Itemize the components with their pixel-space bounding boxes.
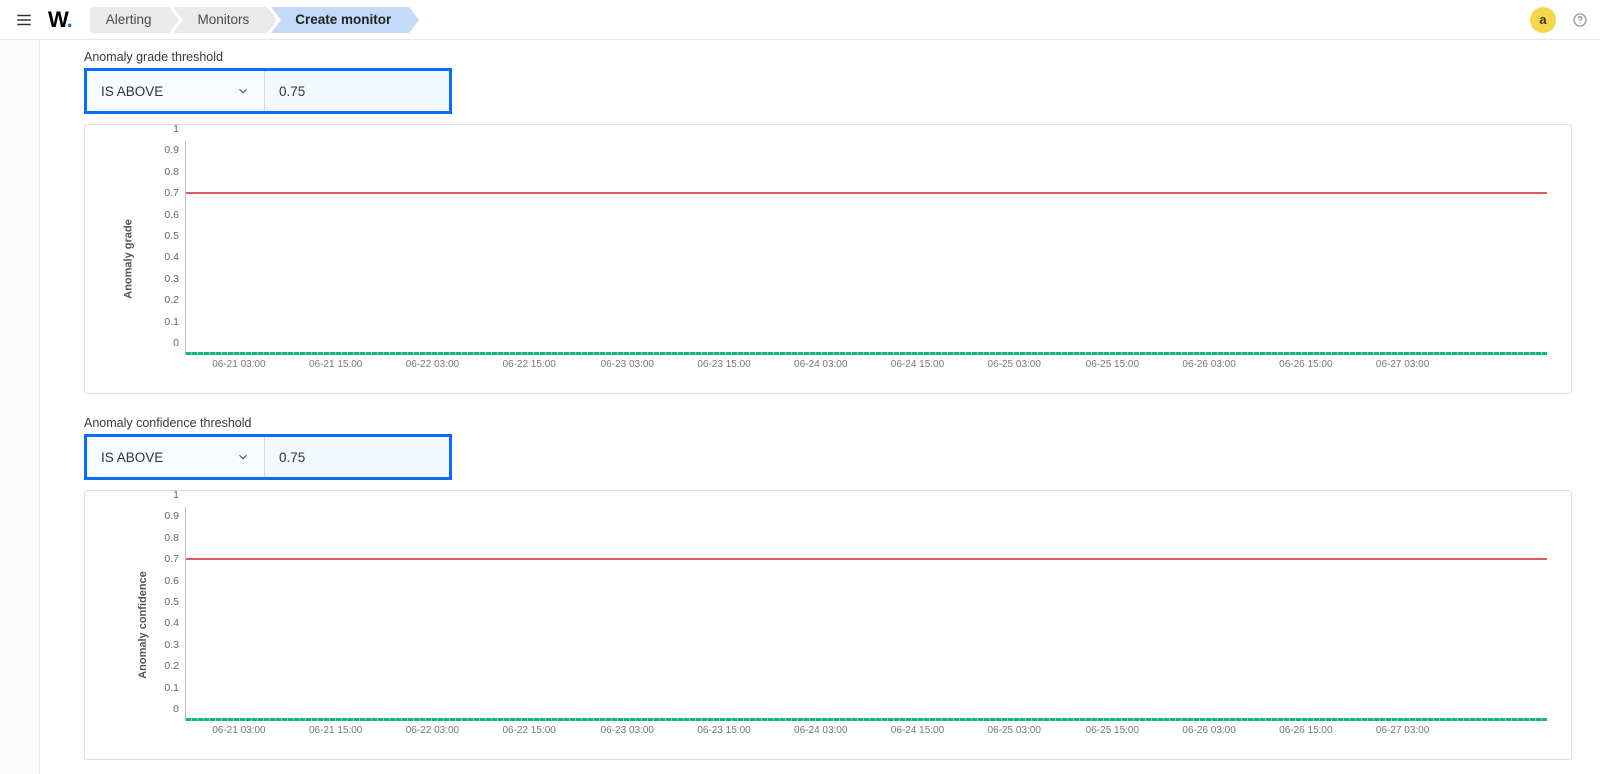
xtick: 06-21 15:00 xyxy=(309,359,362,370)
grade-threshold-label: Anomaly grade threshold xyxy=(84,50,1572,64)
ytick: 0.6 xyxy=(145,575,179,587)
ytick: 0.5 xyxy=(145,596,179,608)
ytick: 0.2 xyxy=(145,294,179,306)
left-gutter xyxy=(0,40,40,774)
xtick: 06-24 15:00 xyxy=(891,725,944,736)
xtick: 06-23 03:00 xyxy=(601,725,654,736)
ytick: 0.5 xyxy=(145,230,179,242)
xtick: 06-24 03:00 xyxy=(794,359,847,370)
grade-plot-area: 0 0.1 0.2 0.3 0.4 0.5 0.6 0.7 0.8 0.9 1 xyxy=(145,141,1547,355)
ytick: 0.3 xyxy=(145,273,179,285)
ytick: 0.8 xyxy=(145,532,179,544)
xtick: 06-25 15:00 xyxy=(1086,725,1139,736)
ytick: 0.2 xyxy=(145,660,179,672)
xtick: 06-22 15:00 xyxy=(502,725,555,736)
grade-chart-ylabel: Anomaly grade xyxy=(123,219,135,298)
confidence-plot[interactable] xyxy=(185,507,1547,721)
xtick: 06-22 03:00 xyxy=(406,359,459,370)
grade-chart: Anomaly grade 0 0.1 0.2 0.3 0.4 0.5 0.6 … xyxy=(84,124,1572,394)
help-icon xyxy=(1572,12,1588,28)
xtick: 06-24 03:00 xyxy=(794,725,847,736)
xtick: 06-24 15:00 xyxy=(891,359,944,370)
ytick: 0.7 xyxy=(145,187,179,199)
confidence-threshold-label: Anomaly confidence threshold xyxy=(84,416,1572,430)
xtick: 06-26 03:00 xyxy=(1182,359,1235,370)
xtick: 06-23 03:00 xyxy=(601,359,654,370)
threshold-line xyxy=(186,558,1547,560)
ytick: 0 xyxy=(145,703,179,715)
ytick: 0.1 xyxy=(145,316,179,328)
logo-text: W xyxy=(48,7,67,32)
help-button[interactable] xyxy=(1568,8,1592,32)
logo-dot: . xyxy=(67,7,72,32)
ytick: 1 xyxy=(145,123,179,135)
xtick: 06-27 03:00 xyxy=(1376,725,1429,736)
page-body: Anomaly grade threshold IS ABOVE Anomaly… xyxy=(0,40,1600,774)
chevron-down-icon xyxy=(236,450,250,464)
ytick: 0.4 xyxy=(145,251,179,263)
ytick: 1 xyxy=(145,489,179,501)
avatar-letter: a xyxy=(1539,12,1546,27)
grade-threshold-input[interactable] xyxy=(265,71,470,111)
xtick: 06-23 15:00 xyxy=(697,359,750,370)
ytick: 0.9 xyxy=(145,510,179,522)
breadcrumb: Alerting Monitors Create monitor xyxy=(90,0,414,39)
grade-xticks: 06-21 03:00 06-21 15:00 06-22 03:00 06-2… xyxy=(145,359,1547,375)
breadcrumb-label: Create monitor xyxy=(295,12,391,27)
data-line xyxy=(186,352,1547,355)
confidence-threshold-row: IS ABOVE xyxy=(84,434,452,480)
ytick: 0.9 xyxy=(145,144,179,156)
threshold-line xyxy=(186,192,1547,194)
confidence-threshold-input[interactable] xyxy=(265,437,470,477)
grade-operator-select[interactable]: IS ABOVE xyxy=(87,71,265,111)
ytick: 0.1 xyxy=(145,682,179,694)
menu-icon xyxy=(15,11,33,29)
xtick: 06-26 15:00 xyxy=(1279,359,1332,370)
xtick: 06-25 03:00 xyxy=(988,359,1041,370)
xtick: 06-25 03:00 xyxy=(988,725,1041,736)
content: Anomaly grade threshold IS ABOVE Anomaly… xyxy=(40,40,1600,774)
data-line xyxy=(186,718,1547,721)
ytick: 0.8 xyxy=(145,166,179,178)
xtick: 06-22 15:00 xyxy=(502,359,555,370)
xtick: 06-26 03:00 xyxy=(1182,725,1235,736)
grade-plot[interactable] xyxy=(185,141,1547,355)
breadcrumb-create-monitor[interactable]: Create monitor xyxy=(271,7,409,33)
breadcrumb-monitors[interactable]: Monitors xyxy=(173,7,267,33)
logo[interactable]: W. xyxy=(48,7,72,33)
xtick: 06-22 03:00 xyxy=(406,725,459,736)
ytick: 0.7 xyxy=(145,553,179,565)
confidence-xticks: 06-21 03:00 06-21 15:00 06-22 03:00 06-2… xyxy=(145,725,1547,741)
ytick: 0.4 xyxy=(145,617,179,629)
menu-button[interactable] xyxy=(10,6,38,34)
xtick: 06-23 15:00 xyxy=(697,725,750,736)
breadcrumb-alerting[interactable]: Alerting xyxy=(90,7,170,33)
confidence-operator-value: IS ABOVE xyxy=(101,450,163,465)
confidence-operator-select[interactable]: IS ABOVE xyxy=(87,437,265,477)
chevron-down-icon xyxy=(236,84,250,98)
confidence-chart: Anomaly confidence 0 0.1 0.2 0.3 0.4 0.5… xyxy=(84,490,1572,760)
xtick: 06-25 15:00 xyxy=(1086,359,1139,370)
breadcrumb-label: Alerting xyxy=(106,12,152,27)
confidence-plot-area: 0 0.1 0.2 0.3 0.4 0.5 0.6 0.7 0.8 0.9 1 xyxy=(145,507,1547,721)
grade-operator-value: IS ABOVE xyxy=(101,84,163,99)
ytick: 0.6 xyxy=(145,209,179,221)
ytick: 0 xyxy=(145,337,179,349)
grade-threshold-row: IS ABOVE xyxy=(84,68,452,114)
xtick: 06-21 03:00 xyxy=(212,725,265,736)
avatar[interactable]: a xyxy=(1530,7,1556,33)
xtick: 06-21 03:00 xyxy=(212,359,265,370)
xtick: 06-21 15:00 xyxy=(309,725,362,736)
topbar: W. Alerting Monitors Create monitor a xyxy=(0,0,1600,40)
xtick: 06-26 15:00 xyxy=(1279,725,1332,736)
breadcrumb-label: Monitors xyxy=(197,12,249,27)
ytick: 0.3 xyxy=(145,639,179,651)
xtick: 06-27 03:00 xyxy=(1376,359,1429,370)
